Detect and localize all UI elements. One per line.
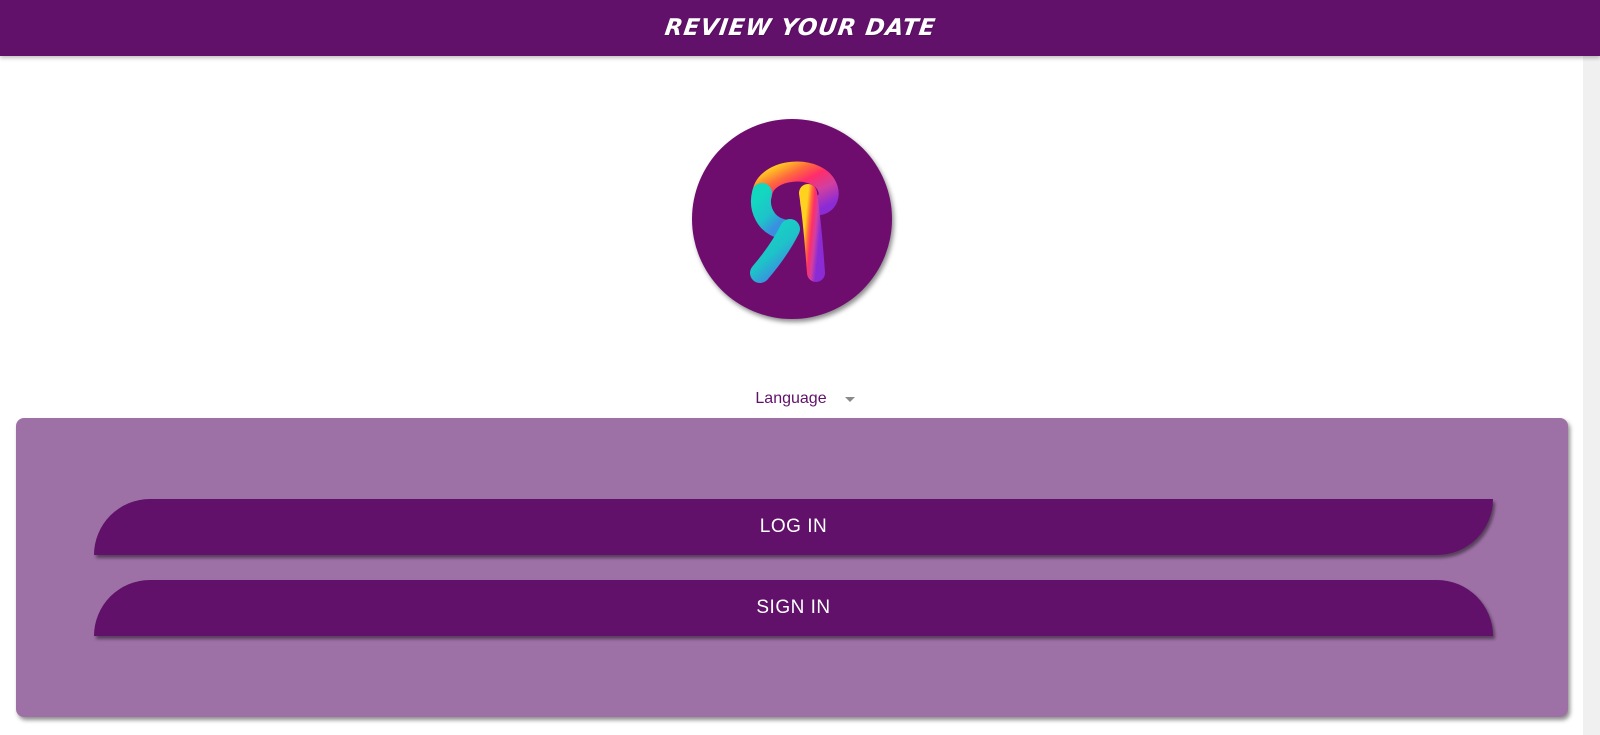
app-logo-icon — [750, 161, 839, 283]
app-page: REVIEW YOUR DATE Language LOG IN SIGN IN — [0, 0, 1600, 735]
app-logo — [692, 119, 892, 319]
chevron-down-icon — [844, 396, 855, 402]
app-title: REVIEW YOUR DATE — [662, 15, 938, 41]
auth-panel: LOG IN SIGN IN — [16, 418, 1568, 717]
vertical-scrollbar[interactable] — [1583, 56, 1600, 735]
login-button[interactable]: LOG IN — [94, 499, 1493, 555]
signin-button[interactable]: SIGN IN — [94, 580, 1493, 636]
top-app-bar: REVIEW YOUR DATE — [0, 0, 1600, 56]
language-label: Language — [755, 390, 827, 407]
language-select[interactable]: Language — [740, 385, 870, 413]
